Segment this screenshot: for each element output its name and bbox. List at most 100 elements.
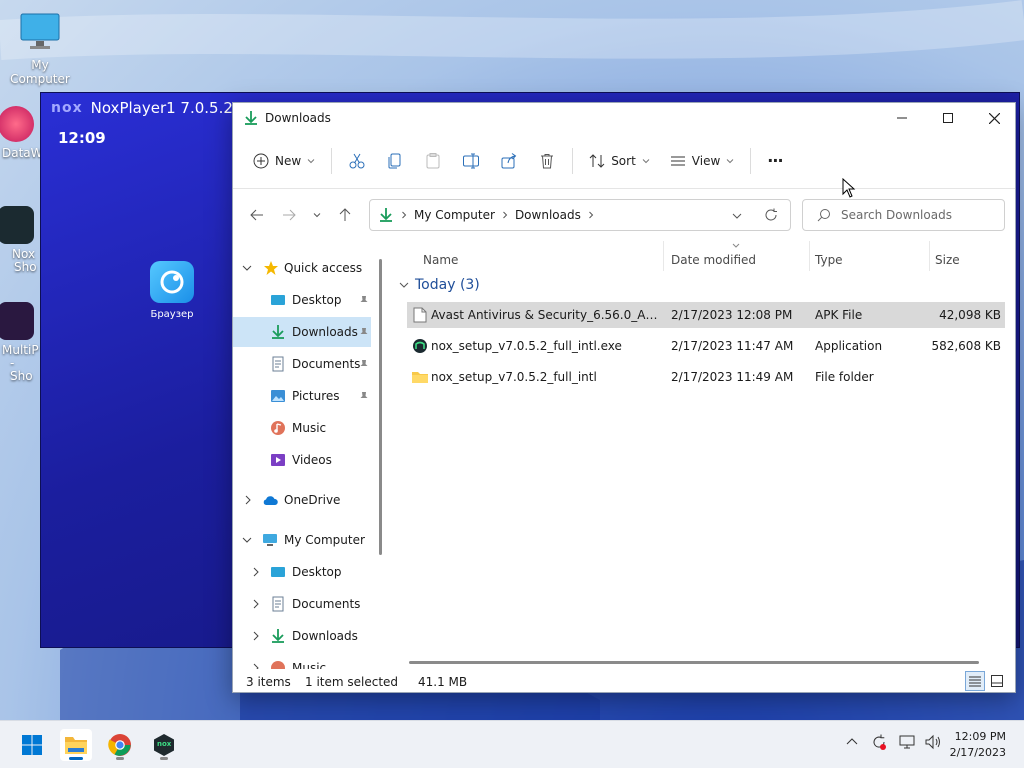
sidebar-pc-desktop[interactable]: Desktop xyxy=(233,557,371,587)
sidebar-item-desktop[interactable]: Desktop xyxy=(233,285,371,315)
rename-button[interactable] xyxy=(452,145,490,177)
file-type: Application xyxy=(815,339,883,353)
start-button[interactable] xyxy=(16,729,48,761)
address-bar[interactable]: My Computer Downloads xyxy=(369,199,791,231)
delete-button[interactable] xyxy=(528,145,566,177)
sidebar-pc-documents[interactable]: Documents xyxy=(233,589,371,619)
back-button[interactable] xyxy=(241,201,273,229)
taskbar-clock[interactable]: 12:09 PM 2/17/2023 xyxy=(950,729,1006,761)
column-divider xyxy=(929,241,930,271)
refresh-icon[interactable] xyxy=(764,208,778,222)
maximize-button[interactable] xyxy=(925,103,971,133)
minimize-button[interactable] xyxy=(879,103,925,133)
arrow-right-icon xyxy=(283,209,296,221)
sidebar-item-music[interactable]: Music xyxy=(233,413,371,443)
sidebar-label: Pictures xyxy=(292,389,340,403)
file-date: 2/17/2023 11:49 AM xyxy=(671,370,794,384)
title-bar[interactable]: Downloads xyxy=(233,103,1015,133)
cut-button[interactable] xyxy=(338,145,376,177)
desktop-icon-label: MultiP xyxy=(2,343,39,357)
chevron-down-icon xyxy=(313,213,321,218)
pin-icon xyxy=(360,328,368,337)
horizontal-scrollbar[interactable] xyxy=(409,661,979,664)
sidebar-label: Desktop xyxy=(292,565,342,579)
copy-button[interactable] xyxy=(376,145,414,177)
sidebar-onedrive[interactable]: OneDrive xyxy=(233,485,371,515)
clock-date: 2/17/2023 xyxy=(949,746,1006,759)
forward-button[interactable] xyxy=(273,201,305,229)
file-row-nox-folder[interactable]: nox_setup_v7.0.5.2_full_intl 2/17/2023 1… xyxy=(407,364,1005,390)
taskbar-chrome[interactable] xyxy=(104,729,136,761)
sort-icon xyxy=(589,153,605,168)
desktop-icon-nox[interactable]: Nox Sho xyxy=(0,206,40,274)
column-header-name[interactable]: Name xyxy=(423,247,458,273)
nox-taskbar-label: nox xyxy=(157,740,172,748)
sidebar-my-computer[interactable]: My Computer xyxy=(233,525,371,555)
pin-icon xyxy=(360,296,368,305)
pin-icon xyxy=(360,392,368,401)
sidebar-item-pictures[interactable]: Pictures xyxy=(233,381,371,411)
desktop-icon-my-computer[interactable]: My Computer xyxy=(0,10,80,86)
sidebar-item-documents[interactable]: Documents xyxy=(233,349,371,379)
share-button[interactable] xyxy=(490,145,528,177)
nox-browser-app[interactable]: Браузер xyxy=(145,261,199,320)
update-icon[interactable] xyxy=(870,733,888,751)
sidebar-pc-music[interactable]: Music xyxy=(233,653,371,669)
search-box[interactable]: Search Downloads xyxy=(802,199,1005,231)
sidebar-scrollbar[interactable] xyxy=(379,259,382,555)
more-options-button[interactable]: ··· xyxy=(757,145,792,177)
close-button[interactable] xyxy=(971,103,1017,133)
recent-locations-button[interactable] xyxy=(305,201,329,229)
chevron-up-icon[interactable] xyxy=(846,736,858,748)
sidebar-quick-access[interactable]: Quick access xyxy=(233,253,371,283)
document-icon xyxy=(272,596,284,612)
status-bar: 3 items 1 item selected 41.1 MB xyxy=(233,671,1015,693)
file-icon xyxy=(413,307,427,323)
desktop-icon-multiplayer[interactable]: MultiP - Sho xyxy=(0,302,40,383)
file-name: Avast Antivirus & Security_6.56.0_Apkpur… xyxy=(431,308,659,322)
desktop-icon-datawa[interactable]: DataWa xyxy=(0,106,49,160)
network-icon[interactable] xyxy=(898,733,916,751)
file-type: APK File xyxy=(815,308,863,322)
new-button[interactable]: New xyxy=(243,145,325,177)
sort-button[interactable]: Sort xyxy=(579,145,660,177)
file-explorer-window[interactable]: Downloads New Sort View ··· My Computer … xyxy=(232,102,1016,693)
sidebar-label: Desktop xyxy=(292,293,342,307)
paste-button[interactable] xyxy=(414,145,452,177)
search-placeholder: Search Downloads xyxy=(841,208,952,222)
group-header-today[interactable]: Today (3) xyxy=(399,277,480,293)
selection-count: 1 item selected xyxy=(305,675,399,689)
file-row-nox-exe[interactable]: nox_setup_v7.0.5.2_full_intl.exe 2/17/20… xyxy=(407,333,1005,359)
column-header-size[interactable]: Size xyxy=(935,247,960,273)
breadcrumb-downloads[interactable]: Downloads xyxy=(515,208,581,222)
running-indicator xyxy=(69,757,83,760)
chevron-down-icon xyxy=(642,158,650,163)
chevron-down-icon xyxy=(726,158,734,163)
sidebar-item-downloads[interactable]: Downloads xyxy=(233,317,371,347)
running-indicator xyxy=(160,757,168,760)
taskbar-file-explorer[interactable] xyxy=(60,729,92,761)
address-dropdown-icon[interactable] xyxy=(732,211,742,221)
pin-icon xyxy=(360,360,368,369)
sidebar-item-videos[interactable]: Videos xyxy=(233,445,371,475)
desktop-icon-label: - Sho xyxy=(10,356,33,383)
chevron-down-icon xyxy=(399,282,409,288)
sidebar-pc-downloads[interactable]: Downloads xyxy=(233,621,371,651)
sidebar-label: Music xyxy=(292,421,327,435)
column-header-date[interactable]: Date modified xyxy=(671,247,756,273)
nox-app-icon xyxy=(413,339,427,353)
details-view-button[interactable] xyxy=(965,671,985,691)
file-row-avast[interactable]: Avast Antivirus & Security_6.56.0_Apkpur… xyxy=(407,302,1005,328)
column-divider xyxy=(663,241,664,271)
sidebar-label: Music xyxy=(292,661,327,669)
view-button[interactable]: View xyxy=(660,145,744,177)
music-icon xyxy=(271,661,285,669)
column-header-type[interactable]: Type xyxy=(815,247,843,273)
speaker-icon[interactable] xyxy=(924,733,942,751)
minimize-icon xyxy=(897,117,907,119)
desktop-folder-icon xyxy=(271,567,285,577)
tiles-view-button[interactable] xyxy=(987,671,1007,691)
breadcrumb-my-computer[interactable]: My Computer xyxy=(414,208,495,222)
taskbar-nox[interactable]: nox xyxy=(148,729,180,761)
up-button[interactable] xyxy=(329,201,361,229)
